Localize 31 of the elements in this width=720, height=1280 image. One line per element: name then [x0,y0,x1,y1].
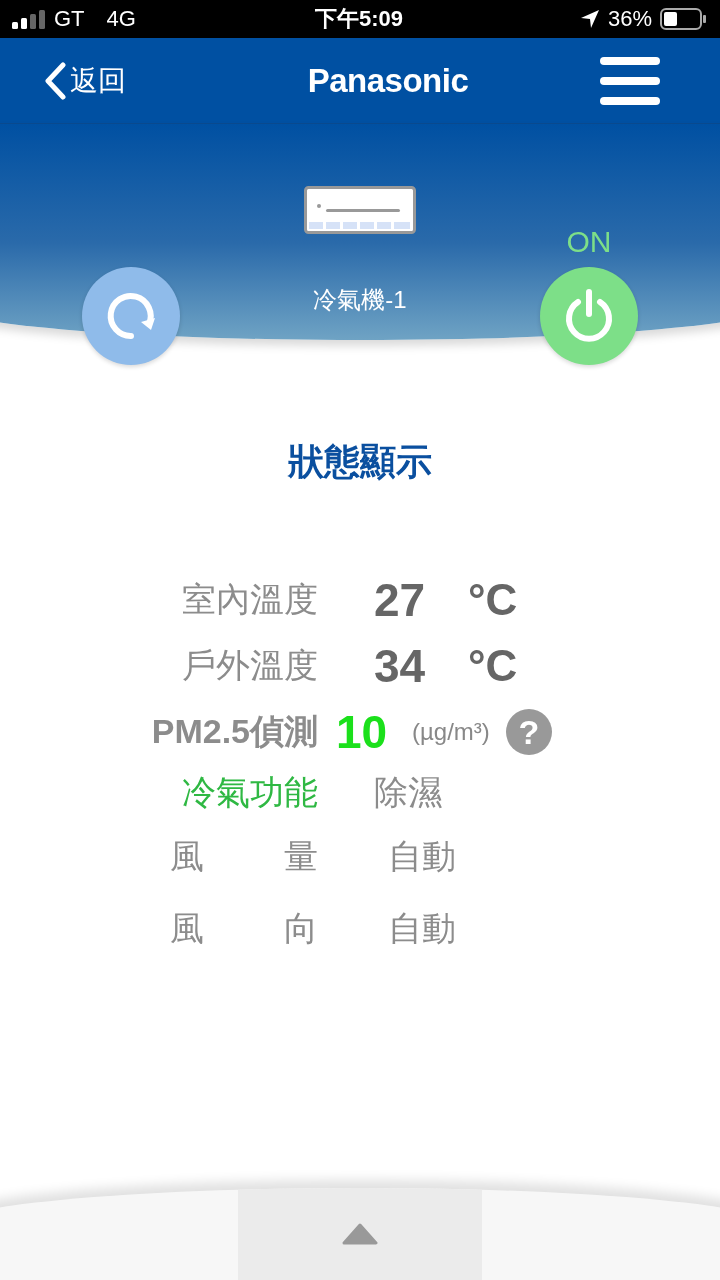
unit-label: °C [468,641,518,691]
menu-icon[interactable] [600,56,660,105]
status-value: 自動 [388,836,456,877]
section-title: 狀態顯示 [288,440,432,484]
status-label: PM2.5偵測 [150,711,318,752]
status-value: 34 [374,639,427,693]
chevron-left-icon [44,61,66,100]
triangle-up-icon [342,1223,378,1245]
signal-icon [12,9,46,29]
carrier-name: GT [54,6,85,32]
brand-logo: Panasonic [307,61,469,100]
status-value: 自動 [388,908,456,949]
status-value: 除濕 [374,772,442,813]
status-value: 10 [336,705,389,759]
status-label: 戶外溫度 [181,645,318,686]
device-name: 冷氣機-1 [313,285,407,315]
power-state-label: ON [566,225,612,259]
network-type: 4G [106,6,136,32]
unit-label: (µg/m³) [412,718,490,746]
status-label: 室內溫度 [181,579,318,620]
clock: 下午5:09 [314,5,403,33]
status-label: 風向 [170,908,318,949]
battery-percent: 36% [607,6,652,32]
status-value: 27 [374,573,427,627]
unit-label: °C [468,575,518,625]
location-arrow-icon [579,9,600,29]
battery-icon [660,8,706,30]
back-button[interactable]: 返回 [44,61,126,100]
status-label: 風量 [170,836,318,877]
air-conditioner-icon [304,186,416,234]
status-label: 冷氣功能 [181,772,318,813]
